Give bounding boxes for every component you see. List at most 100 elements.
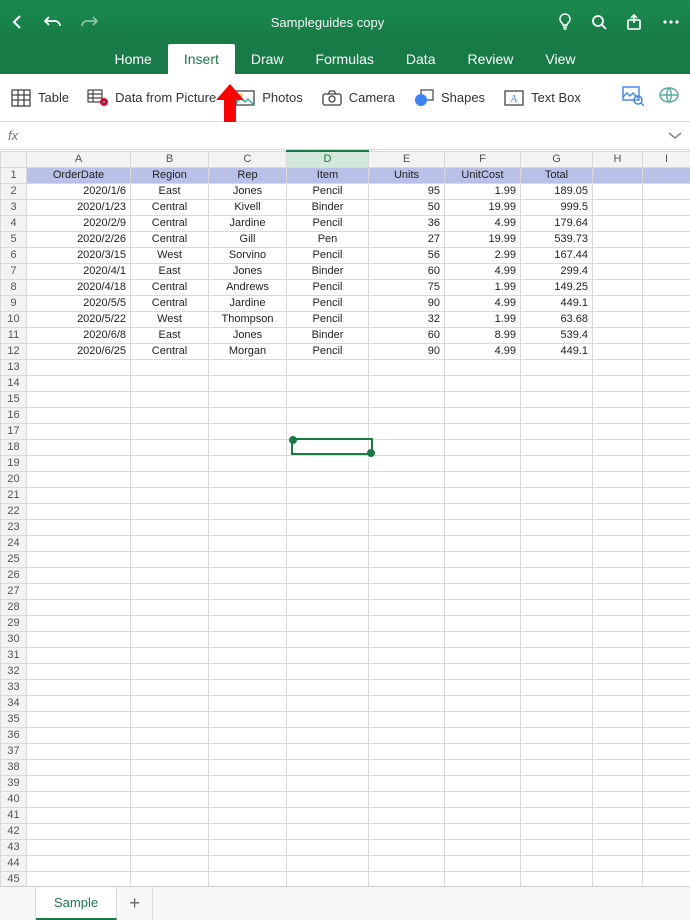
cell-E41[interactable] xyxy=(369,807,445,823)
cell-B38[interactable] xyxy=(131,759,209,775)
cell-B14[interactable] xyxy=(131,375,209,391)
cell-C38[interactable] xyxy=(209,759,287,775)
cell-D13[interactable] xyxy=(287,359,369,375)
cell-B11[interactable]: East xyxy=(131,327,209,343)
cell-G24[interactable] xyxy=(521,535,593,551)
undo-icon[interactable] xyxy=(44,14,62,30)
cell-B6[interactable]: West xyxy=(131,247,209,263)
cell-D16[interactable] xyxy=(287,407,369,423)
cell-E40[interactable] xyxy=(369,791,445,807)
cell-H40[interactable] xyxy=(593,791,643,807)
cell-C15[interactable] xyxy=(209,391,287,407)
cell-D29[interactable] xyxy=(287,615,369,631)
row-header-20[interactable]: 20 xyxy=(1,471,27,487)
cell-D40[interactable] xyxy=(287,791,369,807)
row-header-25[interactable]: 25 xyxy=(1,551,27,567)
cell-F11[interactable]: 8.99 xyxy=(445,327,521,343)
cell-C41[interactable] xyxy=(209,807,287,823)
cell-H26[interactable] xyxy=(593,567,643,583)
more-icon[interactable] xyxy=(662,19,680,25)
cell-D19[interactable] xyxy=(287,455,369,471)
row-header-22[interactable]: 22 xyxy=(1,503,27,519)
cell-A15[interactable] xyxy=(27,391,131,407)
cell-A3[interactable]: 2020/1/23 xyxy=(27,199,131,215)
row-header-28[interactable]: 28 xyxy=(1,599,27,615)
cell-F40[interactable] xyxy=(445,791,521,807)
cell-A36[interactable] xyxy=(27,727,131,743)
cell-G13[interactable] xyxy=(521,359,593,375)
cell-H39[interactable] xyxy=(593,775,643,791)
cell-G32[interactable] xyxy=(521,663,593,679)
cell-H10[interactable] xyxy=(593,311,643,327)
cmd-text-box[interactable]: A Text Box xyxy=(503,87,581,109)
cell-A45[interactable] xyxy=(27,871,131,887)
cell-D20[interactable] xyxy=(287,471,369,487)
cell-H1[interactable] xyxy=(593,167,643,183)
back-icon[interactable] xyxy=(10,14,26,30)
cell-A39[interactable] xyxy=(27,775,131,791)
cell-I10[interactable] xyxy=(643,311,690,327)
cell-B24[interactable] xyxy=(131,535,209,551)
cell-C14[interactable] xyxy=(209,375,287,391)
cell-D6[interactable]: Pencil xyxy=(287,247,369,263)
add-sheet-button[interactable]: + xyxy=(117,887,153,920)
cell-E26[interactable] xyxy=(369,567,445,583)
cell-B28[interactable] xyxy=(131,599,209,615)
row-header-42[interactable]: 42 xyxy=(1,823,27,839)
cell-I45[interactable] xyxy=(643,871,690,887)
cell-B40[interactable] xyxy=(131,791,209,807)
cell-I42[interactable] xyxy=(643,823,690,839)
cell-B3[interactable]: Central xyxy=(131,199,209,215)
cell-C32[interactable] xyxy=(209,663,287,679)
cell-C28[interactable] xyxy=(209,599,287,615)
row-header-12[interactable]: 12 xyxy=(1,343,27,359)
row-header-24[interactable]: 24 xyxy=(1,535,27,551)
cell-B8[interactable]: Central xyxy=(131,279,209,295)
cell-F36[interactable] xyxy=(445,727,521,743)
cell-G38[interactable] xyxy=(521,759,593,775)
cell-H43[interactable] xyxy=(593,839,643,855)
col-header-B[interactable]: B xyxy=(131,151,209,167)
cell-A1[interactable]: OrderDate xyxy=(27,167,131,183)
cmd-photos[interactable]: Photos xyxy=(234,87,302,109)
cell-D26[interactable] xyxy=(287,567,369,583)
cell-G20[interactable] xyxy=(521,471,593,487)
cell-I2[interactable] xyxy=(643,183,690,199)
cell-F44[interactable] xyxy=(445,855,521,871)
cell-E45[interactable] xyxy=(369,871,445,887)
cell-F6[interactable]: 2.99 xyxy=(445,247,521,263)
cell-I26[interactable] xyxy=(643,567,690,583)
cell-I6[interactable] xyxy=(643,247,690,263)
cell-F10[interactable]: 1.99 xyxy=(445,311,521,327)
cell-C8[interactable]: Andrews xyxy=(209,279,287,295)
cell-H5[interactable] xyxy=(593,231,643,247)
cell-E43[interactable] xyxy=(369,839,445,855)
cell-G18[interactable] xyxy=(521,439,593,455)
cell-F34[interactable] xyxy=(445,695,521,711)
cell-G36[interactable] xyxy=(521,727,593,743)
cell-C5[interactable]: Gill xyxy=(209,231,287,247)
cell-G12[interactable]: 449.1 xyxy=(521,343,593,359)
cell-I4[interactable] xyxy=(643,215,690,231)
cell-C34[interactable] xyxy=(209,695,287,711)
tab-view[interactable]: View xyxy=(529,44,591,74)
cell-A12[interactable]: 2020/6/25 xyxy=(27,343,131,359)
cell-D9[interactable]: Pencil xyxy=(287,295,369,311)
cell-C11[interactable]: Jones xyxy=(209,327,287,343)
cell-A41[interactable] xyxy=(27,807,131,823)
cell-H6[interactable] xyxy=(593,247,643,263)
cell-H3[interactable] xyxy=(593,199,643,215)
cell-D27[interactable] xyxy=(287,583,369,599)
cell-H31[interactable] xyxy=(593,647,643,663)
cell-A5[interactable]: 2020/2/26 xyxy=(27,231,131,247)
cell-B18[interactable] xyxy=(131,439,209,455)
cell-C7[interactable]: Jones xyxy=(209,263,287,279)
cell-I22[interactable] xyxy=(643,503,690,519)
cell-A13[interactable] xyxy=(27,359,131,375)
cell-I11[interactable] xyxy=(643,327,690,343)
cell-F33[interactable] xyxy=(445,679,521,695)
select-all-corner[interactable] xyxy=(1,151,27,167)
cell-E15[interactable] xyxy=(369,391,445,407)
cell-A40[interactable] xyxy=(27,791,131,807)
cell-E32[interactable] xyxy=(369,663,445,679)
